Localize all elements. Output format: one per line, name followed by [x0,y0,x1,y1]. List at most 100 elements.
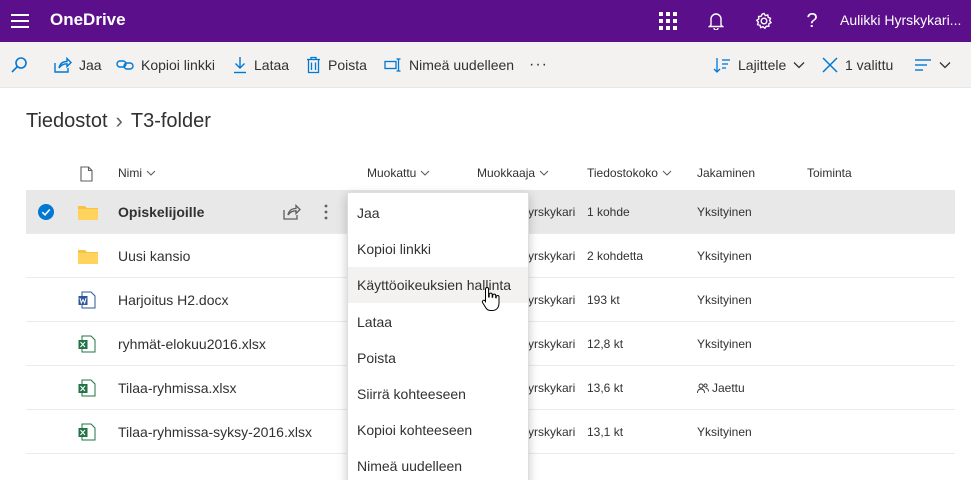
chevron-down-icon [539,170,549,176]
file-type-header-icon[interactable] [80,166,93,182]
menu-item-rename[interactable]: Nimeä uudelleen [348,448,528,480]
context-menu: Jaa Kopioi linkki Käyttöoikeuksien halli… [347,192,529,480]
file-name[interactable]: Tilaa-ryhmissa-syksy-2016.xlsx [118,410,312,454]
sharing-status[interactable]: Yksityinen [697,410,752,454]
file-size: 13,1 kt [587,425,624,439]
column-header-activity[interactable]: Toiminta [807,166,852,180]
sort-button[interactable]: Lajittele [713,42,805,88]
app-title[interactable]: OneDrive [50,0,126,42]
menu-item-manage-access[interactable]: Käyttöoikeuksien hallinta [348,267,528,303]
sharing-status[interactable]: Yksityinen [697,190,752,234]
share-label: Jaa [79,57,102,73]
command-bar: Jaa Kopioi linkki Lataa Poista Nimeä uud… [0,42,971,88]
user-name[interactable]: Aulikki Hyrskykari... [840,0,961,42]
trash-icon [307,56,320,74]
excel-file-icon [78,410,96,454]
selected-count-label: 1 valittu [845,57,894,73]
menu-item-share[interactable]: Jaa [348,195,528,231]
share-icon[interactable] [283,190,301,234]
column-header-modified[interactable]: Muokattu [367,166,430,180]
clear-selection-button[interactable]: 1 valittu [822,42,893,88]
list-view-icon [915,59,931,71]
modified-by: yrskykari [528,205,576,219]
rename-button[interactable]: Nimeä uudelleen [384,42,514,88]
column-header-size[interactable]: Tiedostokoko [587,166,672,180]
modified-by: yrskykari [528,249,576,263]
column-header-sharing-label: Jakaminen [697,166,756,180]
sharing-status[interactable]: Yksityinen [697,278,752,322]
sharing-status[interactable]: Yksityinen [697,234,752,278]
search-icon[interactable] [10,42,28,88]
modified-by: yrskykari [528,293,576,307]
delete-button[interactable]: Poista [306,42,367,88]
menu-item-download[interactable]: Lataa [348,304,528,340]
hand-cursor-icon [481,286,501,317]
excel-file-icon [78,322,96,366]
excel-file-icon [78,366,96,410]
column-header-size-label: Tiedostokoko [587,166,658,180]
share-button[interactable]: Jaa [54,42,102,88]
app-launcher-icon[interactable] [653,6,683,36]
file-size: 12,8 kt [587,337,624,351]
column-header-name-label: Nimi [118,166,142,180]
menu-item-copy-link[interactable]: Kopioi linkki [348,231,528,267]
modified-by: yrskykari [528,337,576,351]
suite-bar: OneDrive ? Aulikki Hyrskykari... [0,0,971,42]
folder-icon [78,190,98,234]
download-button[interactable]: Lataa [233,42,289,88]
chevron-down-icon [420,170,430,176]
word-file-icon [78,278,96,322]
file-name[interactable]: Uusi kansio [118,234,190,278]
column-header-sharing[interactable]: Jakaminen [697,166,755,180]
breadcrumb: Tiedostot › T3-folder [26,108,211,134]
column-header-modified-by-label: Muokkaaja [477,166,536,180]
view-options-button[interactable] [914,42,951,88]
column-header-modified-label: Muokattu [367,166,417,180]
chevron-down-icon [662,170,672,176]
delete-label: Poista [328,57,367,73]
menu-item-delete[interactable]: Poista [348,340,528,376]
menu-item-copy-to[interactable]: Kopioi kohteeseen [348,412,528,448]
chevron-down-icon [939,62,951,69]
chevron-down-icon [793,62,805,69]
rename-label: Nimeä uudelleen [409,57,515,73]
file-size: 2 kohdetta [587,249,644,263]
breadcrumb-separator: › [115,108,123,133]
bell-icon[interactable] [701,6,731,36]
file-name[interactable]: Harjoitus H2.docx [118,278,229,322]
hamburger-menu-icon[interactable] [8,9,32,33]
column-header-name[interactable]: Nimi [118,166,156,180]
modified-by: yrskykari [528,425,576,439]
rename-icon [384,58,401,72]
file-size: 13,6 kt [587,381,624,395]
more-actions-button[interactable]: ··· [529,42,548,88]
sort-icon [713,58,730,73]
question-mark-icon[interactable]: ? [797,6,827,36]
menu-item-move-to[interactable]: Siirrä kohteeseen [348,376,528,412]
download-icon [234,57,246,74]
file-size: 1 kohde [587,205,630,219]
sharing-status-label: Jaettu [712,381,745,395]
copy-link-label: Kopioi linkki [141,57,215,73]
checkmark-circle-icon[interactable] [38,190,54,234]
sharing-status[interactable]: Yksityinen [697,322,752,366]
breadcrumb-root[interactable]: Tiedostot [26,110,108,133]
chevron-down-icon [146,170,156,176]
folder-icon [78,234,98,278]
link-icon [116,60,134,70]
share-icon [54,57,72,73]
file-name[interactable]: Opiskelijoille [118,190,204,234]
modified-by: yrskykari [528,381,576,395]
close-icon [822,57,838,73]
file-name[interactable]: ryhmät-elokuu2016.xlsx [118,322,266,366]
column-header-modified-by[interactable]: Muokkaaja [477,166,549,180]
sort-label: Lajittele [738,57,787,73]
breadcrumb-current: T3-folder [130,109,211,132]
gear-icon[interactable] [749,6,779,36]
download-label: Lataa [254,57,290,73]
more-vertical-icon[interactable] [324,190,328,234]
sharing-status[interactable]: Jaettu [697,366,745,410]
file-name[interactable]: Tilaa-ryhmissa.xlsx [118,366,237,410]
file-size: 193 kt [587,293,620,307]
copy-link-button[interactable]: Kopioi linkki [116,42,215,88]
